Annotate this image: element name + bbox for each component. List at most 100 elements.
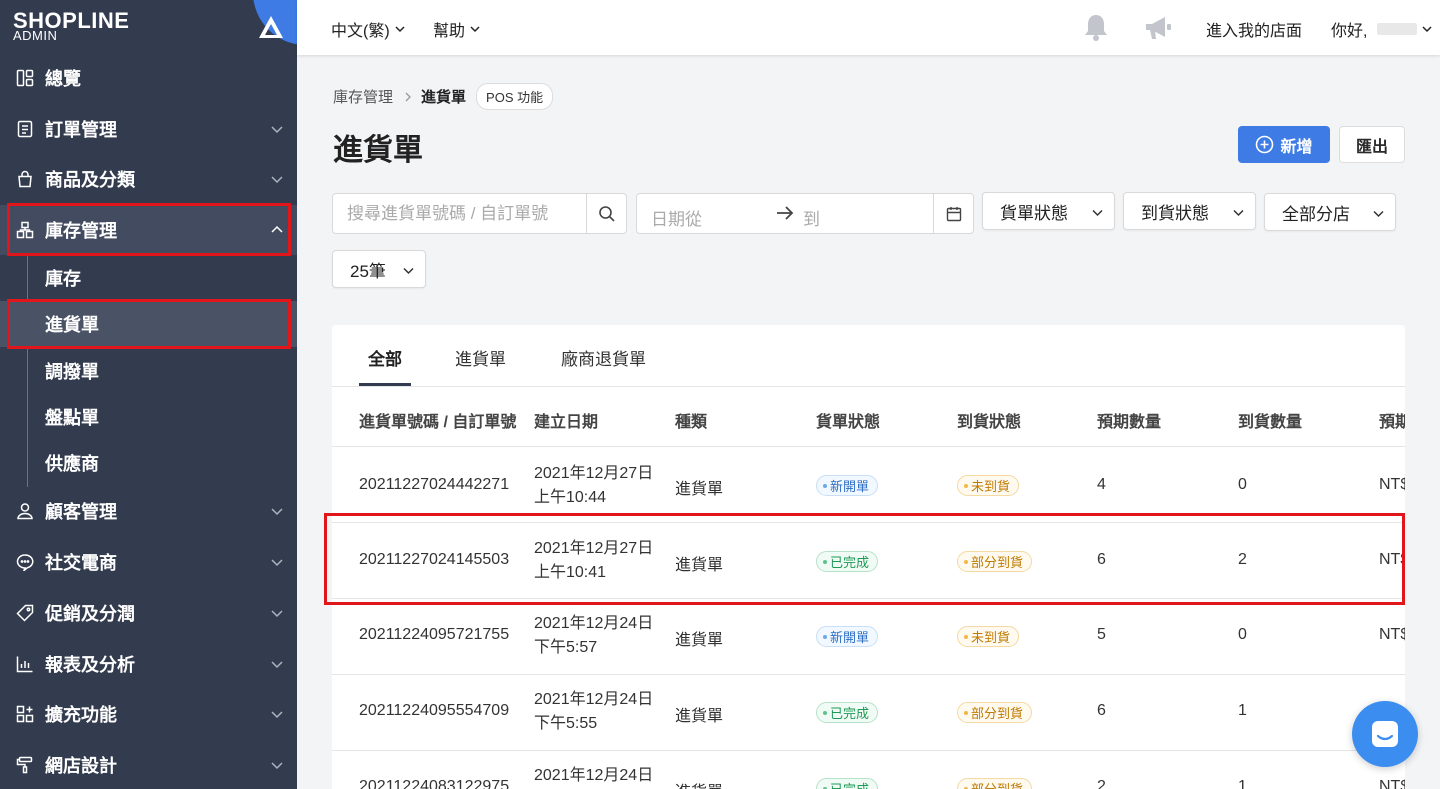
add-button[interactable]: 新增 (1238, 126, 1330, 163)
chevron-down-icon (271, 508, 283, 516)
tab-purchase-orders[interactable]: 進貨單 (455, 345, 506, 370)
shopline-triangle-icon (259, 16, 283, 38)
sidebar-subitem-stocktake[interactable]: 盤點單 (0, 394, 297, 440)
received-qty: 0 (1238, 476, 1247, 493)
calendar-button[interactable] (933, 194, 973, 233)
status-dot (823, 710, 827, 715)
column-header[interactable]: 種類 (675, 408, 707, 432)
date-from-placeholder[interactable]: 日期從 (651, 205, 702, 230)
arrival-text: 未到貨 (971, 630, 1011, 645)
expected-price: NT$ (1379, 778, 1405, 789)
user-menu[interactable]: 你好, (1331, 17, 1433, 41)
sidebar-subitem-label: 盤點單 (45, 408, 99, 428)
column-header[interactable]: 預期 (1379, 408, 1405, 432)
sidebar-item-inventory[interactable]: 庫存管理 (0, 205, 297, 255)
tab-supplier-returns[interactable]: 廠商退貨單 (561, 345, 646, 370)
order-number[interactable]: 20211227024145503 (359, 551, 509, 569)
table-row[interactable]: 20211224095721755 2021年12月24日 下午5:57 進貨單… (332, 599, 1405, 675)
search-input[interactable] (333, 194, 586, 233)
greeting-label: 你好, (1331, 23, 1368, 40)
received-qty: 0 (1238, 626, 1247, 643)
tab-all[interactable]: 全部 (368, 345, 402, 370)
order-number[interactable]: 20211224095554709 (359, 702, 509, 720)
chevron-right-icon (405, 92, 411, 101)
arrival-dot (964, 634, 968, 639)
arrival-status-select[interactable]: 到貨狀態 (1123, 192, 1256, 230)
sidebar-item-label: 網店設計 (45, 756, 117, 776)
username-redacted (1377, 23, 1418, 35)
sidebar-item-products[interactable]: 商品及分類 (0, 154, 297, 204)
sidebar-subitem-purchase-orders[interactable]: 進貨單 (0, 301, 297, 347)
sidebar-item-reports[interactable]: 報表及分析 (0, 639, 297, 689)
breadcrumb-parent[interactable]: 庫存管理 (333, 86, 393, 107)
sidebar-subitem-transfers[interactable]: 調撥單 (0, 348, 297, 394)
table-row[interactable]: 20211224083122975 2021年12月24日 進貨單 已完成 部分… (332, 751, 1405, 789)
sidebar-item-store-design[interactable]: 網店設計 (0, 740, 297, 789)
table-row[interactable]: 20211227024145503 2021年12月27日 上午10:41 進貨… (332, 523, 1405, 599)
order-type: 進貨單 (675, 557, 724, 574)
breadcrumb: 庫存管理 進貨單 POS 功能 (333, 83, 554, 110)
sidebar-item-label: 擴充功能 (45, 705, 117, 725)
chevron-down-icon (271, 661, 283, 669)
brand-area: SHOPLINE ADMIN (0, 0, 297, 55)
created-date-day: 2021年12月27日 (534, 465, 654, 482)
store-select-label: 全部分店 (1282, 204, 1350, 224)
export-button[interactable]: 匯出 (1339, 126, 1405, 163)
table-header: 進貨單號碼 / 自訂單號 建立日期 種類 貨單狀態 到貨狀態 預期數量 到貨數量… (332, 387, 1405, 447)
order-number[interactable]: 20211227024442271 (359, 476, 509, 494)
store-select[interactable]: 全部分店 (1264, 193, 1396, 231)
created-date-time: 下午5:57 (534, 639, 598, 656)
order-status-select[interactable]: 貨單狀態 (982, 192, 1115, 230)
status-badge: 已完成 (816, 778, 879, 789)
status-text: 新開單 (830, 479, 870, 494)
column-header[interactable]: 到貨狀態 (957, 408, 1021, 432)
page-title: 進貨單 (333, 134, 423, 167)
search-icon (598, 205, 615, 222)
store-link[interactable]: 進入我的店面 (1206, 17, 1302, 41)
table-row[interactable]: 20211227024442271 2021年12月27日 上午10:44 進貨… (332, 447, 1405, 523)
arrival-badge: 未到貨 (957, 475, 1020, 496)
sidebar-item-promotions[interactable]: 促銷及分潤 (0, 588, 297, 638)
created-date-time: 上午10:41 (534, 564, 607, 581)
search-button[interactable] (586, 194, 626, 233)
sidebar-item-orders[interactable]: 訂單管理 (0, 104, 297, 154)
sidebar-item-overview[interactable]: 總覽 (0, 53, 297, 103)
megaphone-icon[interactable] (1143, 15, 1173, 41)
column-header[interactable]: 預期數量 (1097, 408, 1161, 432)
orders-icon (15, 119, 35, 139)
sidebar-subitem-stock[interactable]: 庫存 (0, 255, 297, 301)
arrival-text: 部分到貨 (971, 779, 1023, 789)
sidebar: SHOPLINE ADMIN 總覽 訂單管理 商品及分類 庫存管理 庫存 進貨單… (0, 0, 297, 789)
column-header[interactable]: 貨單狀態 (816, 408, 880, 432)
arrival-text: 部分到貨 (971, 555, 1024, 570)
column-header[interactable]: 進貨單號碼 / 自訂單號 (359, 408, 516, 432)
order-number[interactable]: 20211224095721755 (359, 626, 509, 644)
chevron-down-icon (1422, 26, 1432, 33)
date-to-placeholder[interactable]: 到 (803, 205, 820, 230)
sidebar-subitem-label: 庫存 (45, 269, 81, 289)
chat-launcher-button[interactable] (1352, 701, 1418, 767)
status-text: 已完成 (830, 706, 870, 721)
chevron-down-icon (403, 267, 414, 275)
sidebar-item-customers[interactable]: 顧客管理 (0, 486, 297, 536)
sidebar-item-apps[interactable]: 擴充功能 (0, 689, 297, 739)
language-dropdown[interactable]: 中文(繁) (331, 17, 406, 41)
date-range-picker[interactable]: 日期從 到 (636, 193, 974, 234)
order-number[interactable]: 20211224083122975 (359, 778, 509, 789)
column-header[interactable]: 建立日期 (534, 408, 598, 432)
order-type: 進貨單 (675, 708, 724, 725)
expected-qty: 6 (1097, 702, 1106, 719)
order-type: 進貨單 (675, 481, 724, 498)
page-size-select[interactable]: 25筆 (332, 250, 426, 288)
bell-icon[interactable] (1083, 13, 1109, 41)
created-date-day: 2021年12月24日 (534, 691, 654, 708)
user-icon (15, 501, 35, 521)
sidebar-item-label: 商品及分類 (45, 170, 135, 190)
sidebar-item-social-commerce[interactable]: 社交電商 (0, 537, 297, 587)
help-dropdown[interactable]: 幫助 (433, 17, 481, 41)
status-text: 新開單 (830, 630, 870, 645)
sidebar-subitem-suppliers[interactable]: 供應商 (0, 440, 297, 486)
chevron-down-icon (271, 176, 283, 184)
column-header[interactable]: 到貨數量 (1238, 408, 1302, 432)
table-row[interactable]: 20211224095554709 2021年12月24日 下午5:55 進貨單… (332, 675, 1405, 751)
